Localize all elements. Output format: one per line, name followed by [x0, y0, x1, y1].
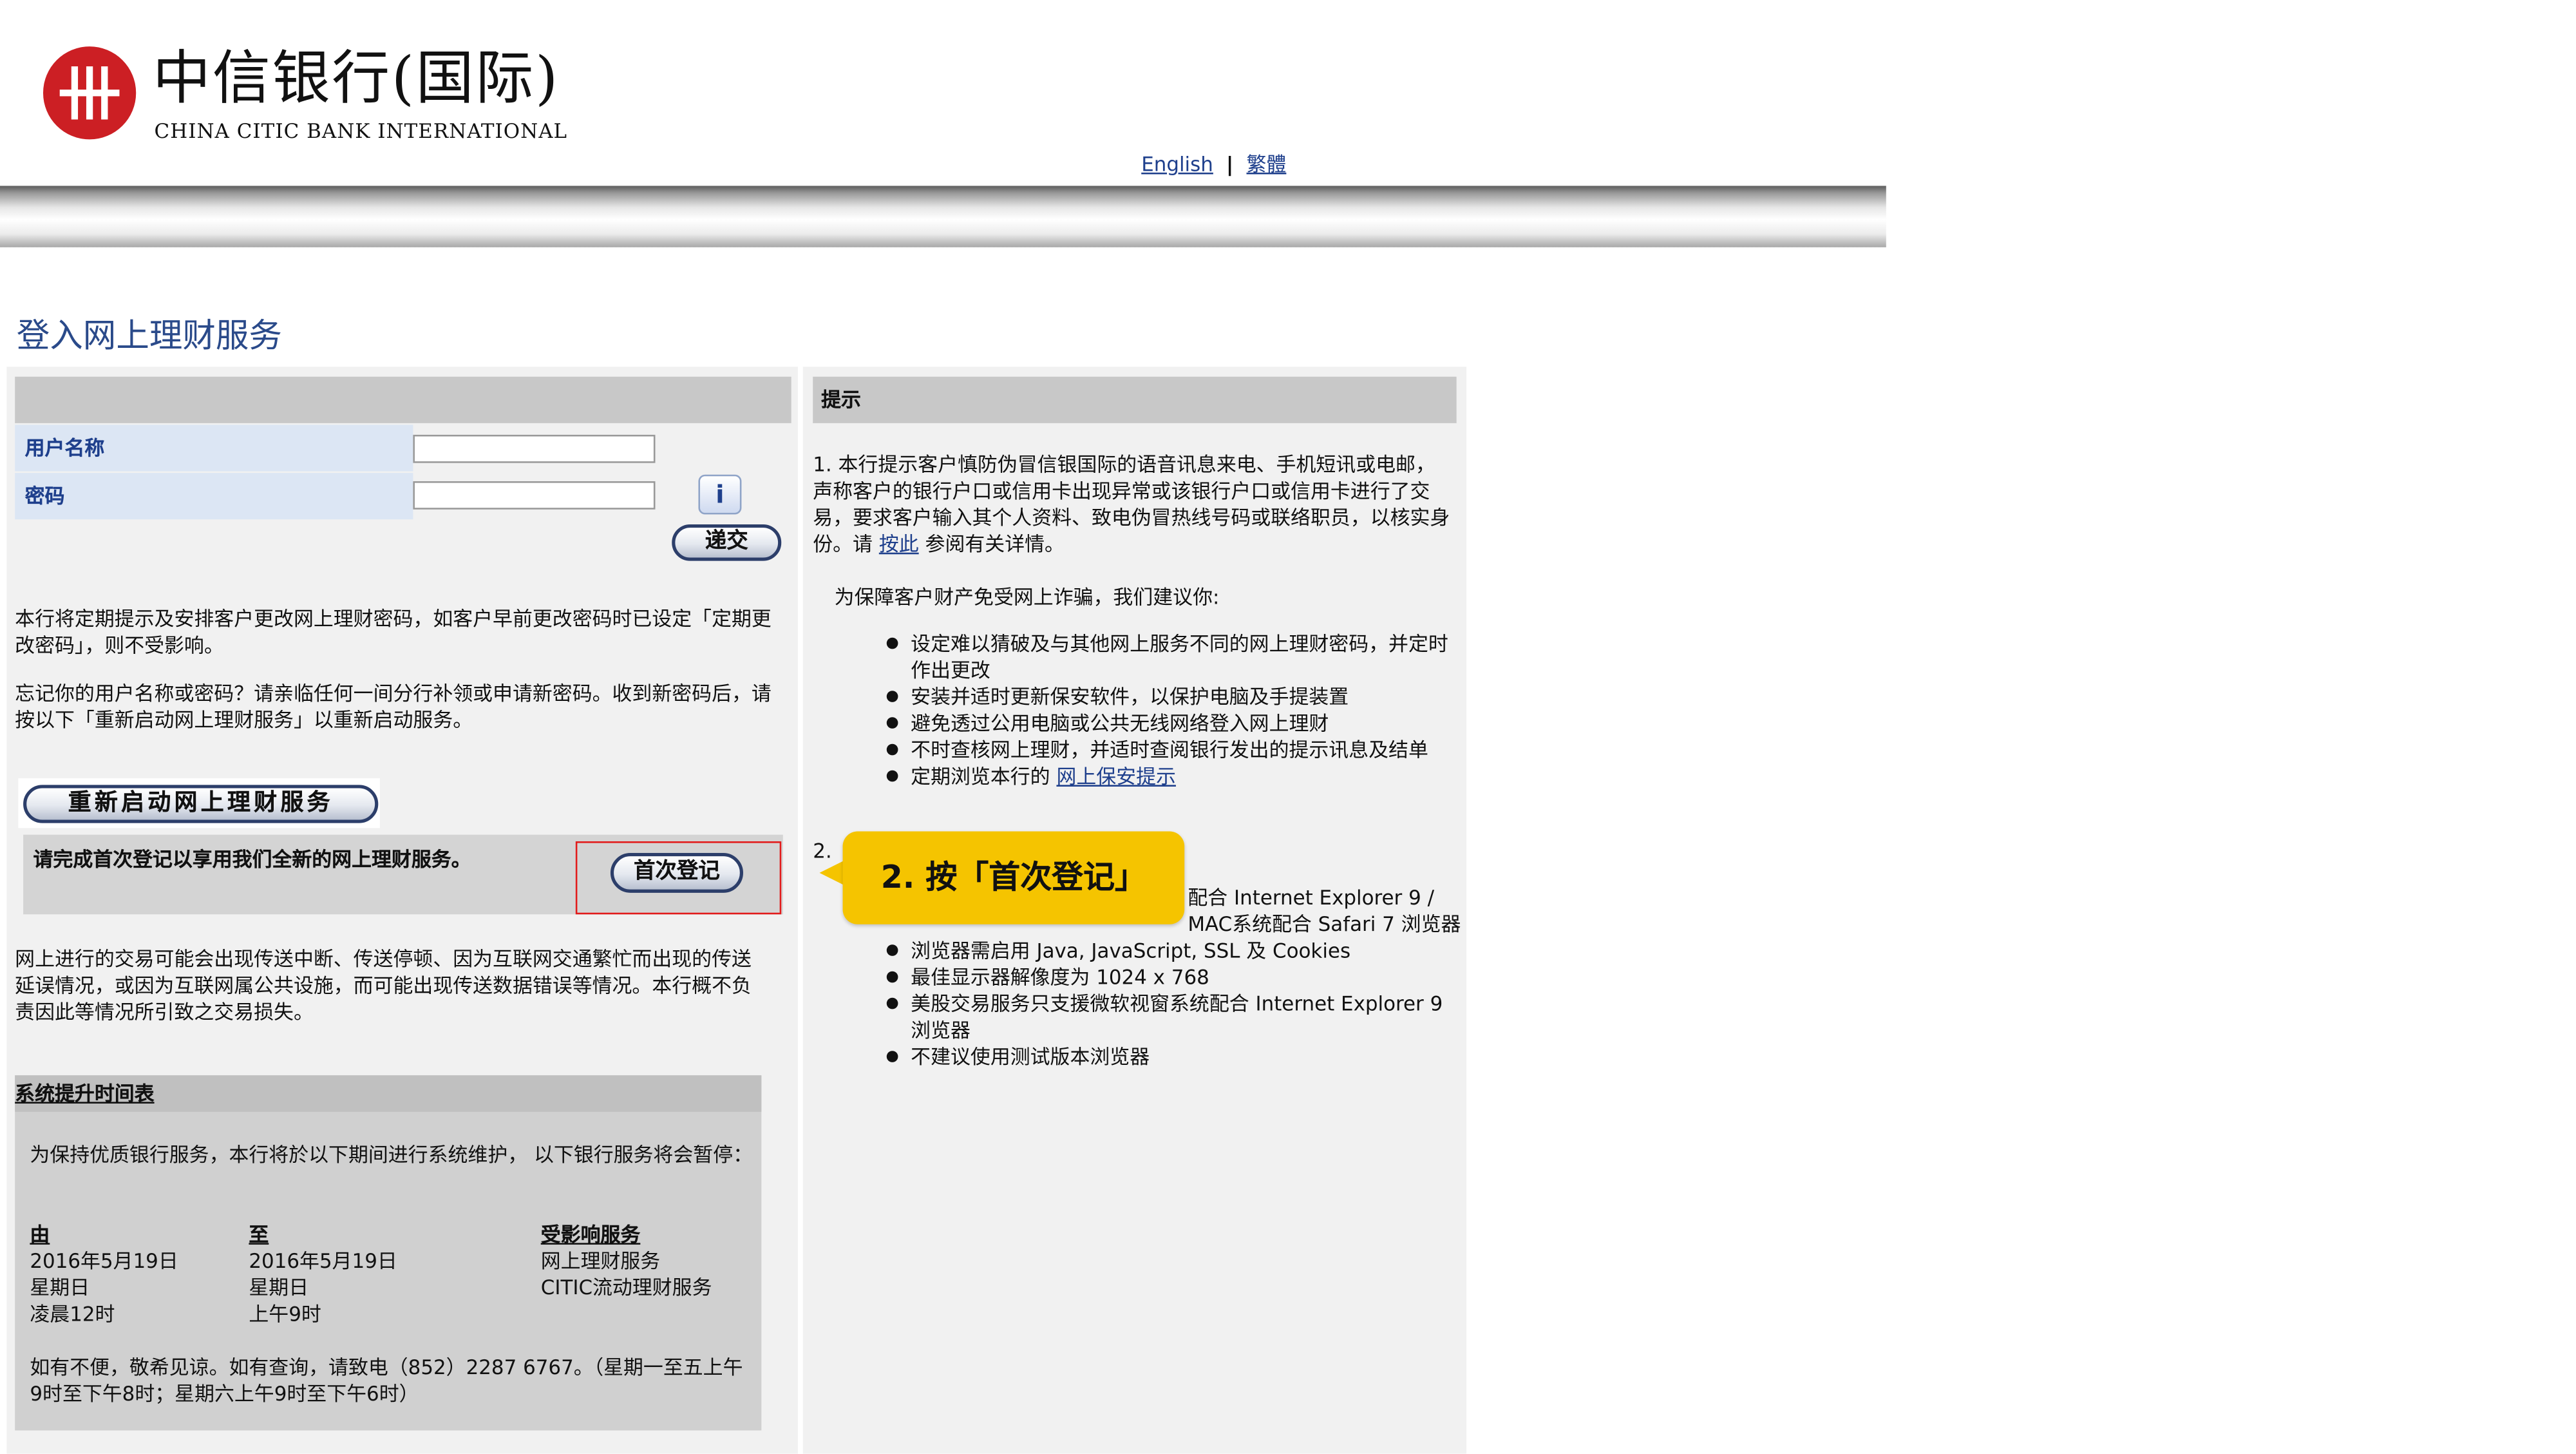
page: 中信银行(国际) CHINA CITIC BANK INTERNATIONAL …	[0, 0, 2576, 1454]
tips-heading: 提示	[821, 388, 861, 412]
tips-item-1: 1. 本行提示客户慎防伪冒信银国际的语音讯息来电、手机短讯或电邮，声称客户的银行…	[813, 452, 1450, 558]
security-tips-link[interactable]: 网上保安提示	[1056, 765, 1176, 788]
forgot-password-notice: 忘记你的用户名称或密码？请亲临任何一间分行补领或申请新密码。收到新密码后，请按以…	[15, 682, 772, 732]
tips-item-1-tail: 参阅有关详情。	[925, 532, 1065, 556]
password-label: 密码	[15, 473, 413, 520]
tips-bullet: 避免透过公用电脑或公共无线网络登入网上理财	[886, 710, 1457, 736]
login-panel-header	[15, 376, 791, 423]
first-login-highlight	[575, 841, 782, 915]
tips-panel-header	[813, 376, 1457, 423]
schedule-to-date: 2016年5月19日	[249, 1249, 397, 1273]
browser-bullet-list: 浏览器需启用 Java, JavaScript, SSL 及 Cookies 最…	[886, 937, 1457, 1070]
submit-button[interactable]: 递交	[672, 524, 782, 561]
schedule-to-day: 星期日	[249, 1276, 309, 1299]
lang-separator: |	[1226, 152, 1234, 177]
username-label: 用户名称	[15, 425, 413, 472]
page-title: 登入网上理财服务	[16, 315, 282, 356]
tips-bullet: 安装并适时更新保安软件，以保护电脑及手提装置	[886, 684, 1457, 710]
schedule-col-from: 由	[30, 1223, 50, 1247]
username-input[interactable]	[413, 434, 656, 463]
schedule-col-affected: 受影响服务	[540, 1223, 641, 1247]
restart-service-button[interactable]: 重新启动网上理财服务	[23, 785, 379, 823]
password-change-notice: 本行将定期提示及安排客户更改网上理财密码，如客户早前更改密码时已设定「定期更改密…	[15, 607, 772, 658]
schedule-intro: 为保持优质银行服务，本行将於以下期间进行系统维护， 以下银行服务将会暂停：	[30, 1143, 753, 1167]
schedule-service-2: CITIC流动理财服务	[540, 1276, 712, 1299]
tips-bullet: 设定难以猜破及与其他网上服务不同的网上理财密码，并定时作出更改	[886, 631, 1457, 684]
browser-line-2-tail: MAC系统配合 Safari 7 浏览器	[1188, 912, 1461, 936]
logo-chinese-text: 中信银行(国际)	[152, 46, 560, 113]
language-switcher: English | 繁體	[1141, 149, 1286, 178]
schedule-service-1: 网上理财服务	[540, 1249, 661, 1273]
browser-bullet: 浏览器需启用 Java, JavaScript, SSL 及 Cookies	[886, 937, 1457, 964]
disclaimer-text: 网上进行的交易可能会出现传送中断、传送停顿、因为互联网交通繁忙而出现的传送延误情…	[15, 947, 752, 1024]
header-banner	[0, 186, 1886, 247]
browser-bullet: 不建议使用测试版本浏览器	[886, 1044, 1457, 1070]
schedule-contact: 如有不便，敬希见谅。如有查询，请致电（852）2287 6767。（星期一至五上…	[30, 1355, 743, 1406]
lang-english-link[interactable]: English	[1141, 153, 1213, 176]
schedule-heading: 系统提升时间表	[15, 1075, 762, 1112]
schedule-from-date: 2016年5月19日	[30, 1249, 178, 1273]
tips-protect-intro: 为保障客户财产免受网上诈骗，我们建议你:	[834, 586, 1220, 609]
tips-bullet: 定期浏览本行的 网上保安提示	[886, 763, 1457, 790]
browser-line-1-tail: 配合 Internet Explorer 9 /	[1188, 886, 1435, 910]
tips-bullet-list: 设定难以猜破及与其他网上服务不同的网上理财密码，并定时作出更改 安装并适时更新保…	[886, 631, 1457, 790]
password-input[interactable]	[413, 481, 656, 510]
browser-bullet: 美股交易服务只支援微软视窗系统配合 Internet Explorer 9 浏览…	[886, 991, 1457, 1044]
tips-bullet-5-text: 定期浏览本行的	[911, 765, 1050, 789]
schedule-col-to: 至	[249, 1223, 269, 1247]
instruction-callout: 2. 按「首次登记」	[842, 831, 1185, 924]
logo-english-text: CHINA CITIC BANK INTERNATIONAL	[154, 119, 568, 143]
tips-bullet: 不时查核网上理财，并适时查阅银行发出的提示讯息及结单	[886, 737, 1457, 763]
schedule-from-time: 凌晨12时	[30, 1303, 115, 1326]
schedule-to-time: 上午9时	[249, 1303, 321, 1326]
browser-bullet: 最佳显示器解像度为 1024 x 768	[886, 964, 1457, 991]
click-here-link[interactable]: 按此	[879, 533, 919, 556]
schedule-from-day: 星期日	[30, 1276, 90, 1299]
lang-traditional-link[interactable]: 繁體	[1247, 153, 1287, 176]
info-icon[interactable]: i	[698, 474, 742, 515]
callout-pointer	[819, 859, 846, 886]
first-login-text: 请完成首次登记以享用我们全新的网上理财服务。	[33, 848, 471, 872]
citic-logo-icon	[43, 46, 137, 140]
